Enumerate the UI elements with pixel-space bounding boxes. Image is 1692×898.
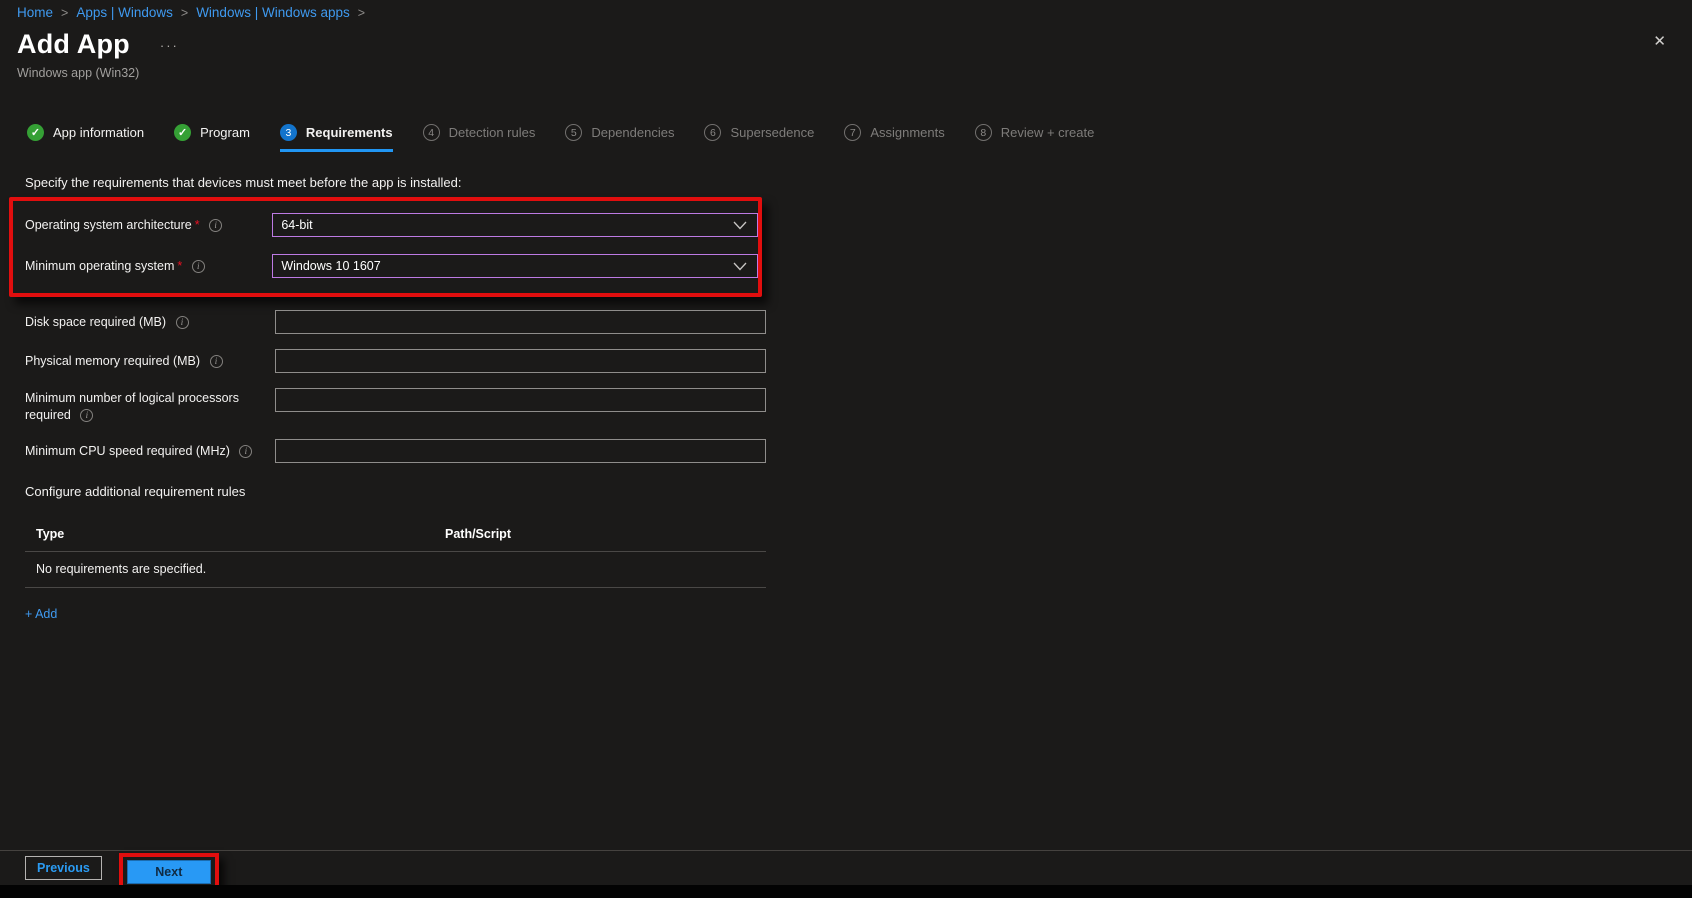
breadcrumb-apps-windows[interactable]: Apps | Windows [76, 5, 173, 20]
breadcrumb: Home > Apps | Windows > Windows | Windows ap… [0, 0, 1692, 20]
step-label: Requirements [305, 125, 393, 140]
breadcrumb-separator: > [357, 6, 366, 20]
required-asterisk: * [177, 258, 183, 273]
os-architecture-dropdown[interactable]: 64-bit [272, 213, 758, 237]
step-number-icon: 3 [279, 124, 297, 141]
breadcrumb-windows-apps[interactable]: Windows | Windows apps [196, 5, 350, 20]
cpu-speed-input[interactable] [275, 439, 766, 463]
field-label: Minimum operating system [25, 258, 175, 273]
step-label: Supersedence [730, 125, 815, 140]
page-title: Add App [17, 29, 130, 59]
info-icon[interactable]: i [209, 218, 223, 232]
dropdown-selected-value: 64-bit [281, 218, 313, 232]
step-program[interactable]: ✓ Program [174, 124, 250, 152]
step-assignments[interactable]: 7 Assignments [844, 124, 945, 152]
physical-memory-input[interactable] [275, 349, 766, 373]
step-done-check-icon: ✓ [174, 124, 192, 141]
step-number-icon: 8 [974, 124, 992, 141]
step-label: Detection rules [448, 125, 536, 140]
chevron-down-icon [733, 262, 747, 271]
table-header-path-script: Path/Script [445, 527, 511, 541]
step-label: Dependencies [591, 125, 675, 140]
step-number-icon: 7 [844, 124, 862, 141]
step-app-information[interactable]: ✓ App information [27, 124, 144, 152]
step-requirements[interactable]: 3 Requirements [279, 124, 393, 152]
form-row-os-architecture: Operating system architecture * i 64-bit [25, 213, 758, 237]
step-label: Assignments [870, 125, 945, 140]
close-icon[interactable]: ✕ [1653, 34, 1666, 49]
bottom-edge-strip [0, 885, 1692, 898]
requirement-rules-table: Type Path/Script No requirements are spe… [25, 527, 766, 588]
step-label: App information [53, 125, 145, 140]
step-number-icon: 6 [704, 124, 722, 141]
field-label: Physical memory required (MB) [25, 353, 201, 368]
step-detection-rules[interactable]: 4 Detection rules [422, 124, 536, 152]
form-row-minimum-os: Minimum operating system * i Windows 10 1… [25, 254, 758, 278]
field-label: Operating system architecture [25, 217, 192, 232]
breadcrumb-separator: > [180, 6, 189, 20]
wizard-footer: Previous Next [0, 850, 1692, 891]
info-icon[interactable]: i [80, 409, 94, 423]
form-row-logical-processors: Minimum number of logical processors req… [25, 388, 1692, 424]
previous-button[interactable]: Previous [25, 856, 102, 880]
chevron-down-icon [733, 221, 747, 230]
table-header-type: Type [36, 527, 65, 541]
breadcrumb-separator: > [61, 6, 69, 20]
info-icon[interactable]: i [239, 444, 253, 458]
field-label: Minimum CPU speed required (MHz) [25, 443, 230, 458]
add-requirement-link[interactable]: + Add [25, 607, 57, 621]
step-dependencies[interactable]: 5 Dependencies [565, 124, 674, 152]
step-label: Program [200, 125, 250, 140]
step-label: Review + create [1000, 125, 1095, 140]
dropdown-selected-value: Windows 10 1607 [281, 259, 381, 273]
form-row-physical-memory: Physical memory required (MB) i [25, 349, 1692, 373]
requirements-intro-text: Specify the requirements that devices mu… [25, 175, 462, 190]
breadcrumb-home[interactable]: Home [17, 5, 53, 20]
logical-processors-input[interactable] [275, 388, 766, 412]
step-number-icon: 4 [422, 124, 440, 141]
annotation-box-os-fields: Operating system architecture * i 64-bit … [9, 197, 762, 297]
step-supersedence[interactable]: 6 Supersedence [704, 124, 814, 152]
table-divider [25, 587, 766, 588]
required-asterisk: * [194, 217, 200, 232]
field-label: Minimum number of logical processors req… [25, 391, 239, 422]
step-review-create[interactable]: 8 Review + create [974, 124, 1095, 152]
info-icon[interactable]: i [209, 354, 223, 368]
additional-rules-heading: Configure additional requirement rules [25, 484, 246, 499]
wizard-steps: ✓ App information ✓ Program 3 Requiremen… [27, 124, 1692, 152]
table-empty-message: No requirements are specified. [36, 562, 207, 576]
disk-space-input[interactable] [275, 310, 766, 334]
context-menu-ellipsis-icon[interactable]: ··· [160, 38, 179, 53]
form-row-disk-space: Disk space required (MB) i [25, 310, 1692, 334]
next-button[interactable]: Next [126, 860, 211, 884]
info-icon[interactable]: i [175, 315, 189, 329]
page-subtitle: Windows app (Win32) [17, 66, 140, 80]
minimum-os-dropdown[interactable]: Windows 10 1607 [272, 254, 758, 278]
info-icon[interactable]: i [191, 259, 205, 273]
step-done-check-icon: ✓ [27, 124, 44, 141]
field-label: Disk space required (MB) [25, 314, 167, 329]
step-number-icon: 5 [565, 124, 583, 141]
form-row-cpu-speed: Minimum CPU speed required (MHz) i [25, 439, 1692, 463]
